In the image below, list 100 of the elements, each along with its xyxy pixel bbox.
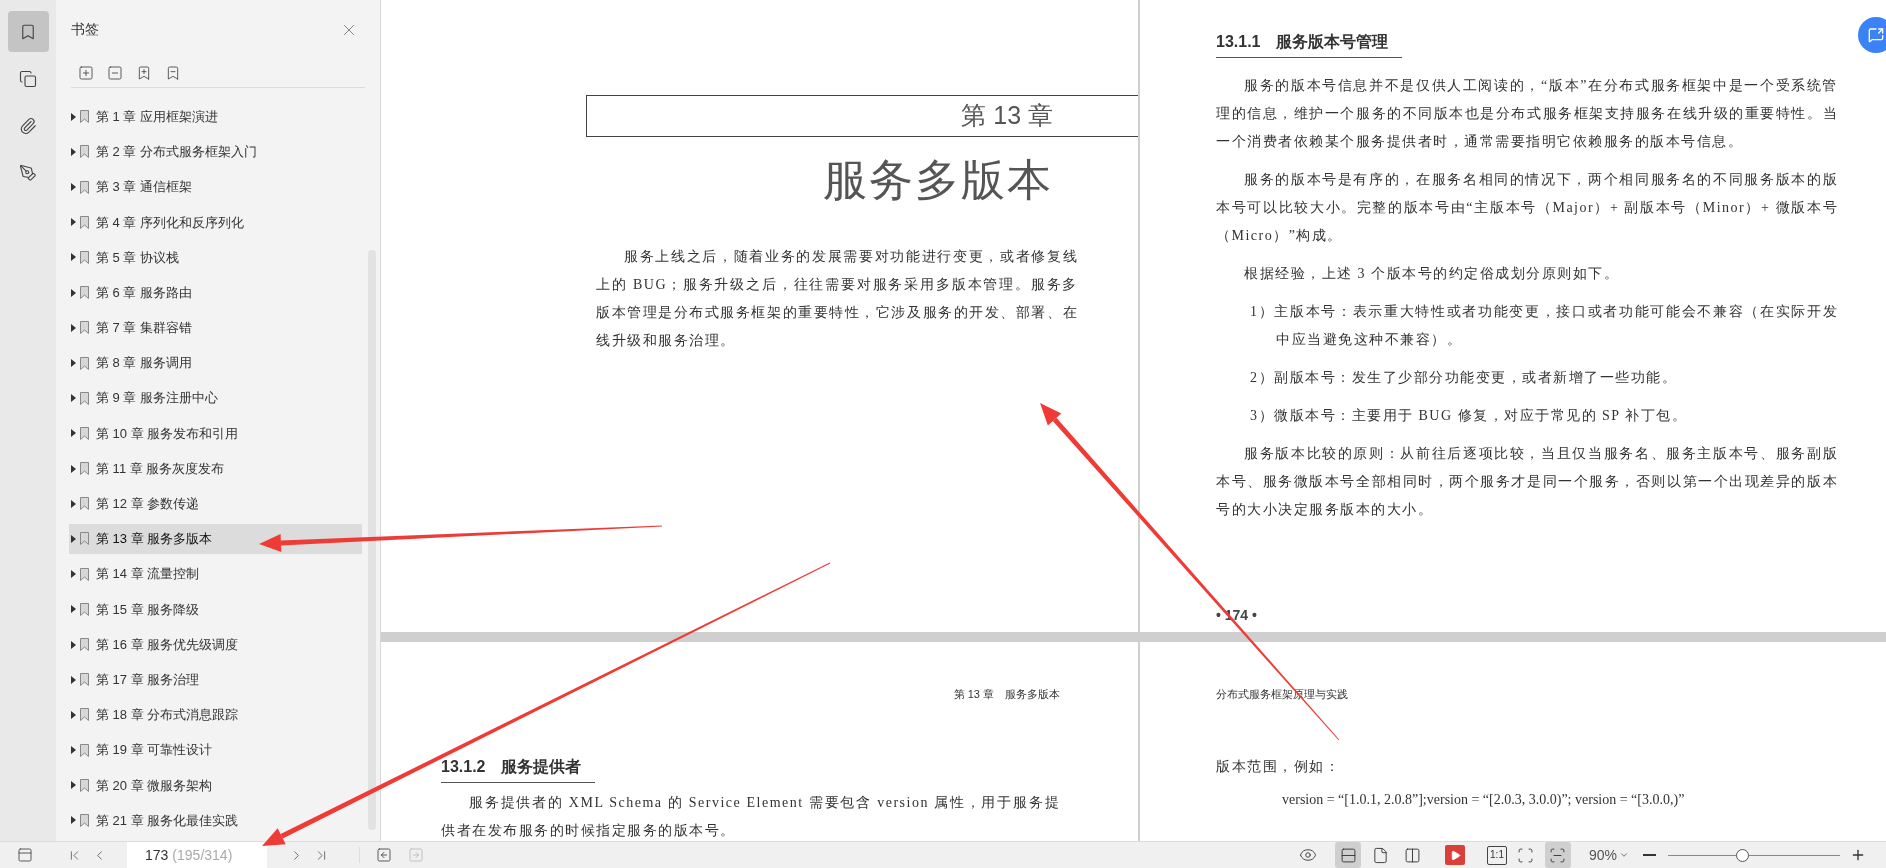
section-heading: 13.1.1 服务版本号管理 [1216,30,1403,58]
rail-tab[interactable] [7,11,49,52]
bookmark-icon [80,708,89,722]
bookmark-item[interactable]: 第 18 章 分布式消息跟踪 [69,700,362,730]
bookmark-label: 第 12 章 参数传递 [96,495,200,513]
forward-icon [408,847,424,863]
slider-thumb[interactable] [1735,848,1749,862]
caret-icon [71,253,76,262]
caret-icon [71,675,76,684]
bookmark-icon [80,743,89,757]
bookmark-item[interactable]: 第 6 章 服务路由 [69,278,362,308]
zoom-dropdown[interactable]: 90% [1588,844,1629,866]
caret-icon [71,288,76,297]
bookmark-item[interactable]: 第 3 章 通信框架 [69,172,362,202]
bookmark-item[interactable]: 第 14 章 流量控制 [69,559,362,589]
page-field[interactable]: 173 (195/314) [127,842,267,868]
bookmark-item[interactable]: 第 5 章 协议栈 [69,242,362,273]
bookmark-label: 第 1 章 应用框架演进 [96,107,219,126]
list-item: 1）主版本号：表示重大特性或者功能变更，接口或者功能可能会不兼容（在实际开发中应当避免这种不兼容）。 [1249,303,1838,349]
bookmark-item[interactable]: 第 12 章 参数传递 [69,489,362,519]
bookmark-icon [80,602,89,616]
bookmark-item[interactable]: 第 11 章 服务灰度发布 [69,453,362,484]
bookmark-label: 第 5 章 协议栈 [96,248,180,267]
bookmark-remove-icon [165,65,181,82]
caret-icon [71,183,76,192]
caret-icon [71,218,76,227]
bookmark-icon [80,462,89,476]
caret-icon [1619,850,1629,860]
bookmark-item[interactable]: 第 9 章 服务注册中心 [69,383,362,413]
caret-icon [71,746,76,755]
caret-icon [71,640,76,649]
caret-icon [71,112,76,121]
caret-icon [71,816,76,825]
chapter-intro: 服务上线之后，随着业务的发展需要对功能进行变更，或者修复线上的 BUG；服务升级之后，往往需要对服务采用多版本管理。服务多版本管理是分布式服务框架的重要特性，它涉及服务的开发、部署、在线升级和服务治理。 [596,248,1078,350]
list-item: 3）微版本号：主要用于 BUG 修复，对应于常见的 SP 补丁包。 [1249,407,1689,425]
bookmark-label: 第 19 章 可靠性设计 [96,741,213,760]
bookmark-item[interactable]: 第 16 章 服务优先级调度 [69,629,362,660]
caret-icon [71,394,76,403]
chapter-title: 服务多版本 [823,154,1053,206]
bookmark-item[interactable]: 第 4 章 序列化和反序列化 [69,207,362,237]
running-head: 第 13 章 服务多版本 [953,687,1060,702]
list-item: 2）副版本号：发生了少部分功能变更，或者新增了一些功能。 [1249,369,1678,387]
bookmark-label: 第 16 章 服务优先级调度 [96,635,239,654]
current-page: 173 [145,845,169,865]
fit-width-icon [1549,846,1567,864]
bookmark-icon [80,391,89,405]
bookmark-label: 第 15 章 服务降级 [96,600,200,619]
bookmark-item[interactable]: 第 2 章 分布式服务框架入门 [69,137,362,167]
bookmark-label: 第 13 章 服务多版本 [96,530,213,549]
bookmark-item[interactable]: 第 1 章 应用框架演进 [69,102,362,132]
bookmark-icon [80,110,89,124]
collapse-all-icon [107,65,123,82]
zoom-in-button[interactable] [1850,847,1866,863]
zoom-slider[interactable] [1668,848,1840,862]
bookmark-label: 第 11 章 服务灰度发布 [96,459,225,478]
bookmark-label: 第 9 章 服务注册中心 [96,389,219,408]
panel-tool-button[interactable] [165,65,181,82]
share-icon [1868,27,1884,43]
back-button[interactable] [376,847,392,863]
caret-icon [71,710,76,719]
caret-icon [71,359,76,367]
caret-icon [71,570,76,579]
actual-size-button[interactable]: 1:1 [1487,845,1507,865]
caret-icon [71,147,76,156]
caret-icon [71,323,76,332]
minus-icon [1643,854,1656,856]
slideshow-button[interactable] [1445,845,1466,865]
panel-tool-button[interactable] [107,65,123,82]
view-mode-button[interactable] [1335,842,1362,868]
fit-mode-button[interactable] [1544,842,1571,868]
panel-tool-button[interactable] [78,65,94,82]
back-icon [376,847,392,863]
bookmark-item[interactable]: 第 10 章 服务发布和引用 [69,418,362,449]
bookmark-item[interactable]: 第 17 章 服务治理 [69,665,362,695]
panel-tool-button[interactable] [136,65,152,82]
bookmark-item[interactable]: 第 13 章 服务多版本 [69,524,362,554]
bookmark-icon [80,321,89,335]
play-icon [1449,849,1461,861]
bookmark-icon [80,426,89,440]
bookmark-item[interactable]: 第 20 章 微服务架构 [69,770,362,800]
bookmark-item[interactable]: 第 21 章 服务化最佳实践 [69,805,362,836]
bookmark-icon [80,250,89,264]
bookmark-icon [80,813,89,827]
bookmark-label: 第 8 章 服务调用 [96,354,193,373]
bookmark-item[interactable]: 第 19 章 可靠性设计 [69,735,362,765]
panel-title: 书签 [71,20,99,40]
pages-icon [19,69,37,88]
bookmark-label: 第 17 章 服务治理 [96,670,200,689]
bookmark-icon [80,180,89,194]
bookmark-label: 第 10 章 服务发布和引用 [96,424,239,443]
bookmark-label: 第 3 章 通信框架 [96,178,193,197]
paperclip-icon [19,116,37,135]
read-mode-button[interactable] [1299,846,1318,864]
bookmark-item[interactable]: 第 7 章 集群容错 [69,313,362,343]
caret-icon [71,534,76,543]
bookmark-label: 第 20 章 微服务架构 [96,776,213,795]
bookmark-item[interactable]: 第 15 章 服务降级 [69,594,362,624]
bookmark-item[interactable]: 第 8 章 服务调用 [69,348,362,378]
bookmark-icon [80,532,89,546]
caret-icon [71,499,76,508]
